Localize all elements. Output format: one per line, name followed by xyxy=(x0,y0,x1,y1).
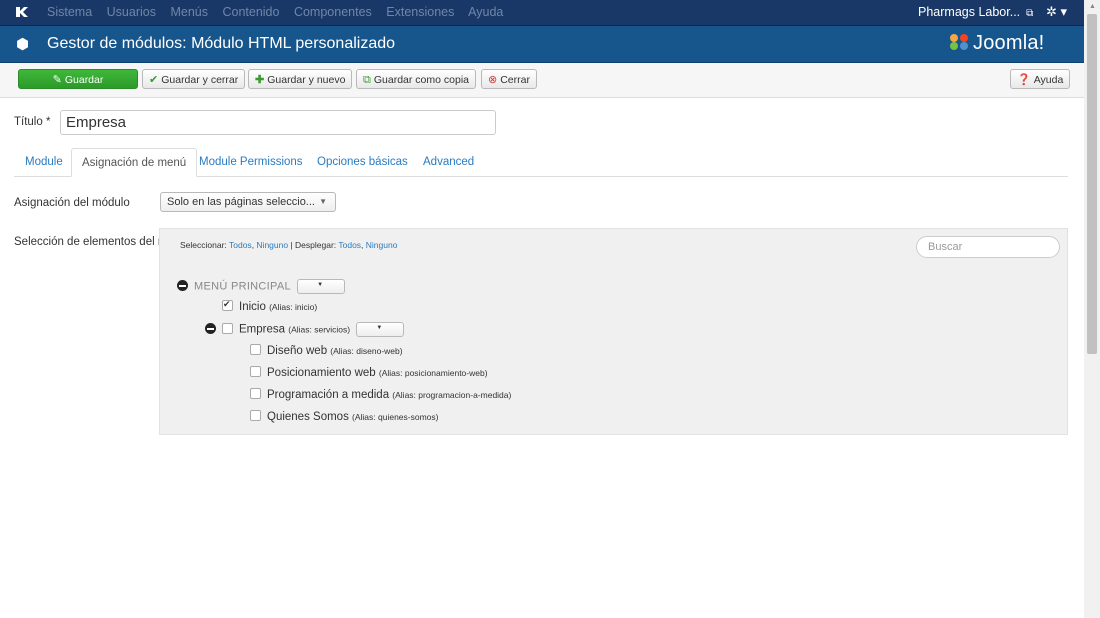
tab-module[interactable]: Module xyxy=(25,148,63,176)
settings-gear-icon[interactable]: ✲ ▾ xyxy=(1046,4,1067,20)
page-title: Gestor de módulos: Módulo HTML personali… xyxy=(47,35,396,52)
checkbox-quienes-somos[interactable] xyxy=(250,410,261,421)
close-circle-icon: ⊗ xyxy=(488,74,498,86)
checkbox-posicionamiento-web[interactable] xyxy=(250,366,261,377)
close-label: Cerrar xyxy=(500,74,530,86)
question-circle-icon: ❓ xyxy=(1017,74,1031,86)
checkbox-inicio[interactable] xyxy=(222,300,233,311)
copy-icon: ⧉ xyxy=(363,74,371,86)
select-all-link[interactable]: Todos xyxy=(229,240,252,250)
tab-module-permissions[interactable]: Module Permissions xyxy=(199,148,303,176)
title-label: Título * xyxy=(14,116,51,128)
menu-tree-panel: Seleccionar: Todos, Ninguno | Desplegar:… xyxy=(159,228,1068,435)
item-alias: (Alias: programacion-a-medida) xyxy=(392,390,512,400)
tree-controls: Seleccionar: Todos, Ninguno | Desplegar:… xyxy=(180,240,398,250)
cube-icon: ⬢ xyxy=(16,36,30,53)
item-label: Programación a medida xyxy=(267,389,390,401)
main-menu: Sistema Usuarios Menús Contenido Compone… xyxy=(47,5,514,19)
save-copy-button[interactable]: ⧉ Guardar como copia xyxy=(356,69,476,89)
item-alias: (Alias: quienes-somos) xyxy=(352,412,439,422)
save-copy-label: Guardar como copia xyxy=(373,74,469,86)
item-label: Quienes Somos xyxy=(267,411,349,423)
select-prefix: Seleccionar: xyxy=(180,240,227,250)
help-label: Ayuda xyxy=(1033,74,1064,86)
admin-menu-bar: Sistema Usuarios Menús Contenido Compone… xyxy=(0,0,1084,26)
menu-sistema[interactable]: Sistema xyxy=(47,5,92,19)
tree-item-empresa: Empresa (Alias: servicios) xyxy=(205,322,405,337)
tree-item-quienes-somos: Quienes Somos (Alias: quienes-somos) xyxy=(250,410,438,423)
checkbox-diseno-web[interactable] xyxy=(250,344,261,355)
checkbox-programacion-a-medida[interactable] xyxy=(250,388,261,399)
expand-none-link[interactable]: Ninguno xyxy=(366,240,398,250)
menu-search-input[interactable]: Buscar xyxy=(916,236,1060,258)
external-link-icon: ⧉ xyxy=(1026,8,1034,19)
item-alias: (Alias: diseno-web) xyxy=(330,346,403,356)
item-label: Inicio xyxy=(239,301,266,313)
collapse-icon[interactable] xyxy=(177,279,188,291)
menu-menus[interactable]: Menús xyxy=(170,5,208,19)
module-assignment-select[interactable]: Solo en las páginas seleccio... ▼ xyxy=(160,192,336,212)
toolbar: ✎ Guardar ✔ Guardar y cerrar ✚ Guardar y nu… xyxy=(0,63,1084,98)
joomla-brand: Joomla! xyxy=(948,32,1044,55)
item-label: Diseño web xyxy=(267,345,328,357)
root-menu-label: MENÚ PRINCIPAL xyxy=(194,280,291,293)
tab-bar: Module Asignación de menú Module Permiss… xyxy=(14,148,1068,177)
save-close-button[interactable]: ✔ Guardar y cerrar xyxy=(142,69,246,89)
scroll-up-arrow-icon[interactable]: ▲ xyxy=(1089,3,1096,10)
tab-menu-assignment[interactable]: Asignación de menú xyxy=(71,148,198,177)
menu-extensiones[interactable]: Extensiones xyxy=(386,5,454,19)
empresa-dropdown-button[interactable] xyxy=(356,322,405,337)
brand-text: Joomla! xyxy=(973,32,1045,54)
item-alias: (Alias: inicio) xyxy=(269,302,318,312)
site-name: Pharmags Labor... xyxy=(918,5,1021,19)
item-alias: (Alias: posicionamiento-web) xyxy=(378,368,488,378)
item-alias: (Alias: servicios) xyxy=(288,324,351,335)
caret-down-icon: ▼ xyxy=(319,197,327,206)
checkbox-empresa[interactable] xyxy=(222,322,233,334)
item-label: Empresa xyxy=(239,323,286,336)
tree-item-diseno-web: Diseño web (Alias: diseno-web) xyxy=(250,344,403,357)
joomla-brand-icon xyxy=(950,34,968,50)
menu-contenido[interactable]: Contenido xyxy=(222,5,279,19)
tree-root: MENÚ PRINCIPAL xyxy=(177,279,346,294)
tab-advanced[interactable]: Advanced xyxy=(423,148,474,176)
module-assignment-label: Asignación del módulo xyxy=(14,197,130,209)
edit-icon: ✎ xyxy=(52,74,62,86)
tree-item-inicio: Inicio (Alias: inicio) xyxy=(222,300,317,313)
site-link[interactable]: Pharmags Labor... ⧉ xyxy=(918,5,1033,19)
save-new-label: Guardar y nuevo xyxy=(267,74,346,86)
page-header: ⬢ Gestor de módulos: Módulo HTML persona… xyxy=(0,26,1084,63)
close-button[interactable]: ⊗ Cerrar xyxy=(481,69,537,89)
menu-componentes[interactable]: Componentes xyxy=(294,5,372,19)
tab-basic-options[interactable]: Opciones básicas xyxy=(317,148,408,176)
tree-item-programacion-a-medida: Programación a medida (Alias: programaci… xyxy=(250,388,511,401)
save-close-label: Guardar y cerrar xyxy=(161,74,239,86)
check-icon: ✔ xyxy=(149,74,159,86)
scrollbar-thumb[interactable] xyxy=(1087,14,1097,354)
select-none-link[interactable]: Ninguno xyxy=(256,240,288,250)
tree-item-posicionamiento-web: Posicionamiento web (Alias: posicionamie… xyxy=(250,366,488,379)
save-button[interactable]: ✎ Guardar xyxy=(18,69,138,89)
root-dropdown-button[interactable] xyxy=(297,279,346,294)
plus-icon: ✚ xyxy=(255,74,265,86)
joomla-logo-icon[interactable] xyxy=(14,4,30,20)
module-assignment-value: Solo en las páginas seleccio... xyxy=(167,196,315,208)
page-scrollbar[interactable]: ▲ xyxy=(1084,0,1100,618)
menu-ayuda[interactable]: Ayuda xyxy=(468,5,503,19)
item-label: Posicionamiento web xyxy=(267,367,376,379)
menu-usuarios[interactable]: Usuarios xyxy=(107,5,156,19)
title-input[interactable]: Empresa xyxy=(60,110,496,135)
save-label: Guardar xyxy=(64,74,104,86)
save-new-button[interactable]: ✚ Guardar y nuevo xyxy=(248,69,353,89)
collapse-icon[interactable] xyxy=(205,322,216,334)
help-button[interactable]: ❓ Ayuda xyxy=(1010,69,1071,89)
expand-all-link[interactable]: Todos xyxy=(338,240,361,250)
expand-prefix: Desplegar: xyxy=(295,240,337,250)
